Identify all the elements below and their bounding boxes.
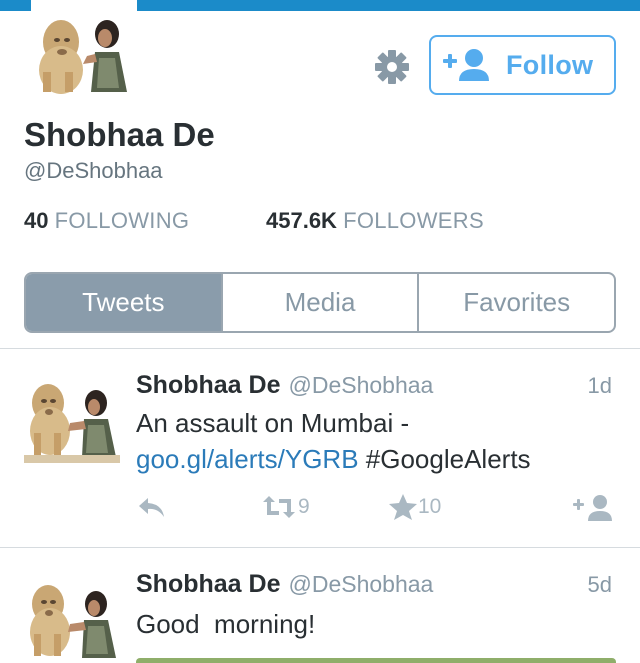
- tweet-timestamp: 5d: [587, 572, 612, 597]
- tweet-author[interactable]: Shobhaa De @DeShobhaa: [136, 570, 433, 599]
- reply-icon[interactable]: [136, 493, 168, 521]
- tweet-item[interactable]: Shobhaa De @DeShobhaa 1d An assault on Mu…: [0, 349, 640, 547]
- tweet-author-name: Shobhaa De: [136, 371, 281, 399]
- followers-count: 457.6K: [266, 208, 337, 233]
- tweet-item[interactable]: Shobhaa De @DeShobhaa 5d Good morning!: [0, 548, 640, 663]
- profile-handle: @DeShobhaa: [24, 158, 163, 183]
- favorite-action[interactable]: 10: [388, 493, 441, 521]
- tweet-actions: 9 10: [136, 493, 616, 523]
- favorite-count: 10: [418, 495, 442, 518]
- retweet-action[interactable]: 9: [260, 493, 310, 521]
- star-icon: [388, 493, 418, 521]
- tweet-avatar[interactable]: [24, 570, 120, 663]
- tweet-author-handle: @DeShobhaa: [288, 571, 434, 597]
- display-name: Shobhaa De: [24, 116, 215, 153]
- follow-label: Follow: [506, 49, 594, 80]
- following-stat[interactable]: 40 FOLLOWING: [24, 208, 189, 234]
- tweet-link[interactable]: goo.gl/alerts/YGRB: [136, 444, 359, 474]
- profile-avatar[interactable]: [31, 0, 137, 106]
- tweet-text: Good morning!: [136, 609, 316, 639]
- add-user-icon[interactable]: [572, 493, 616, 523]
- tweet-text: An assault on Mumbai - goo.gl/alerts/YGR…: [136, 405, 616, 477]
- tweet-media-image[interactable]: [136, 658, 616, 663]
- following-label: FOLLOWING: [54, 208, 190, 233]
- tweet-timestamp: 1d: [587, 373, 612, 398]
- following-count: 40: [24, 208, 49, 233]
- retweet-count: 9: [298, 495, 310, 518]
- followers-label: FOLLOWERS: [343, 208, 484, 233]
- tweet-avatar[interactable]: [24, 369, 120, 465]
- tab-tweets[interactable]: Tweets: [26, 274, 223, 331]
- followers-stat[interactable]: 457.6K FOLLOWERS: [266, 208, 484, 234]
- tweet-author-name: Shobhaa De: [136, 570, 281, 598]
- add-user-icon: [441, 45, 491, 85]
- gear-icon[interactable]: [373, 48, 411, 86]
- tab-favorites[interactable]: Favorites: [419, 274, 614, 331]
- tweet-hashtag[interactable]: #GoogleAlerts: [359, 444, 531, 474]
- profile-tabs: Tweets Media Favorites: [24, 272, 616, 333]
- tweet-author-handle: @DeShobhaa: [288, 372, 434, 398]
- tweet-author[interactable]: Shobhaa De @DeShobhaa: [136, 371, 433, 400]
- retweet-icon: [260, 493, 298, 521]
- tweet-text-prefix: An assault on Mumbai -: [136, 408, 410, 438]
- tab-media[interactable]: Media: [223, 274, 420, 331]
- follow-button[interactable]: Follow: [429, 35, 616, 95]
